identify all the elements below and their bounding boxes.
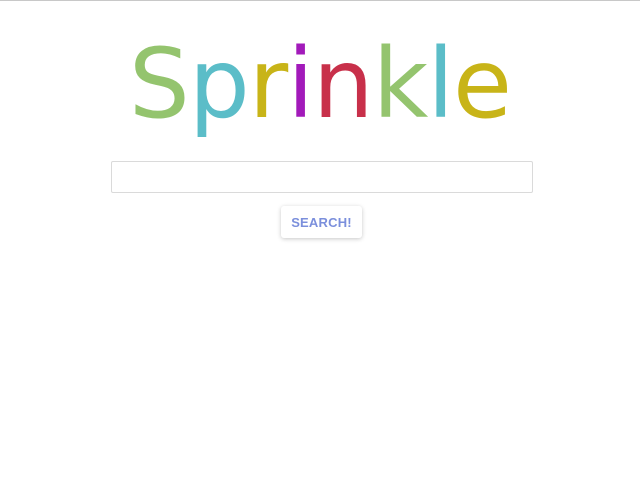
logo-letter: l: [427, 28, 454, 140]
logo-letter: k: [372, 28, 429, 140]
top-border: [0, 0, 640, 1]
search-button[interactable]: SEARCH!: [281, 206, 362, 238]
logo-letter: n: [312, 28, 374, 140]
logo-letter: e: [453, 28, 512, 140]
logo-letter: S: [128, 28, 190, 140]
logo-letter: i: [287, 28, 314, 140]
logo-letter: p: [188, 28, 250, 140]
sprinkle-logo: Sprinkle: [0, 26, 640, 142]
logo-letter: r: [248, 28, 288, 140]
search-input[interactable]: [111, 161, 533, 193]
